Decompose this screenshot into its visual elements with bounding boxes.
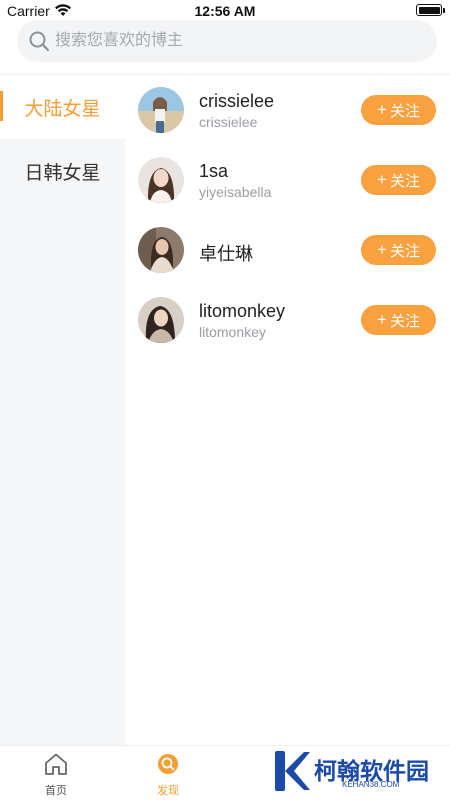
search-input[interactable] [55, 20, 425, 62]
watermark-domain: KEHAN38.COM [342, 780, 400, 789]
home-icon [45, 753, 67, 775]
category-sidebar: 大陆女星 日韩女星 [0, 75, 125, 745]
blogger-name: 1sa [199, 161, 229, 181]
plus-icon: + [377, 100, 387, 119]
watermark-k-icon [275, 751, 310, 791]
tab-bar: 首页 发现 柯翰软件园 KEHAN38.COM [0, 745, 450, 800]
follow-button[interactable]: + 关注 [361, 165, 436, 195]
follow-button[interactable]: + 关注 [361, 95, 436, 125]
follow-label: 关注 [389, 312, 420, 330]
avatar[interactable] [138, 157, 184, 203]
avatar[interactable] [138, 87, 184, 133]
blogger-row[interactable]: 1sa yiyeisabella + 关注 [125, 145, 450, 215]
category-item-mainland[interactable]: 大陆女星 [0, 75, 125, 139]
avatar[interactable] [138, 227, 184, 273]
avatar[interactable] [138, 297, 184, 343]
blogger-handle: yiyeisabella [199, 184, 272, 200]
plus-icon: + [377, 310, 387, 329]
category-item-japan-korea[interactable]: 日韩女星 [0, 139, 125, 203]
follow-label: 关注 [389, 242, 420, 260]
search-bar[interactable] [17, 20, 437, 62]
blogger-handle: crissielee [199, 114, 258, 130]
discover-icon [158, 754, 178, 774]
watermark-logo: 柯翰软件园 KEHAN38.COM [272, 748, 434, 794]
blogger-handle: litomonkey [199, 324, 266, 340]
tab-label: 发现 [157, 785, 179, 797]
plus-icon: + [377, 240, 387, 259]
blogger-row[interactable]: 卓仕琳 + 关注 [125, 215, 450, 285]
blogger-name: 卓仕琳 [199, 244, 253, 264]
battery-icon [416, 4, 445, 16]
follow-button[interactable]: + 关注 [361, 235, 436, 265]
clock: 12:56 AM [194, 3, 256, 19]
follow-label: 关注 [389, 102, 420, 120]
follow-button[interactable]: + 关注 [361, 305, 436, 335]
search-icon [29, 31, 50, 52]
follow-label: 关注 [389, 172, 420, 190]
tab-label: 首页 [45, 785, 67, 797]
blogger-name: litomonkey [199, 301, 286, 321]
status-bar: Carrier 12:56 AM [0, 0, 450, 22]
category-label: 大陆女星 [24, 98, 101, 120]
tab-home[interactable]: 首页 [26, 752, 86, 798]
tab-discover[interactable]: 发现 [138, 752, 198, 798]
plus-icon: + [377, 170, 387, 189]
blogger-row[interactable]: litomonkey litomonkey + 关注 [125, 285, 450, 355]
blogger-name: crissielee [199, 91, 275, 111]
blogger-row[interactable]: crissielee crissielee + 关注 [125, 75, 450, 145]
category-label: 日韩女星 [24, 162, 101, 184]
